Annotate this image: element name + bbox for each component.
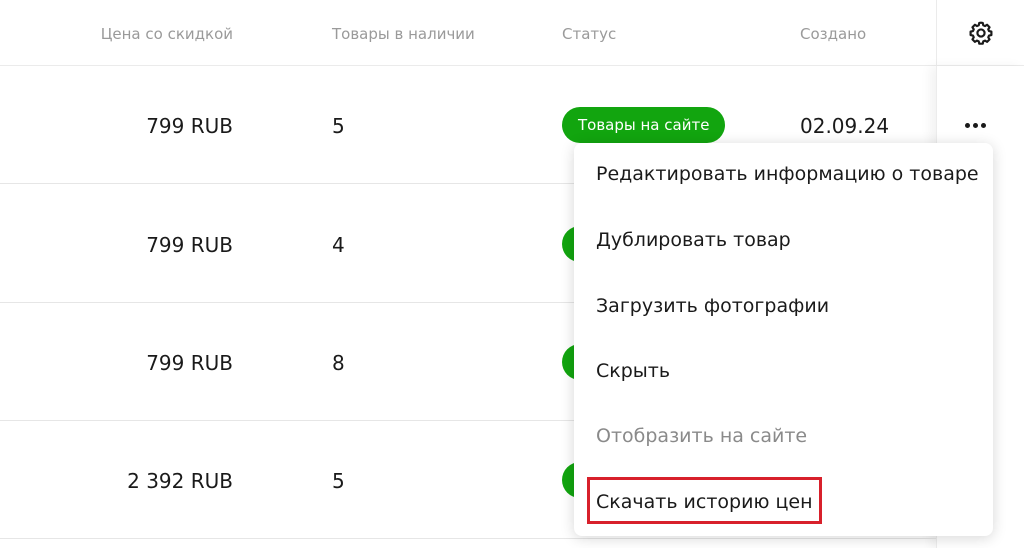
column-header-created[interactable]: Создано bbox=[800, 25, 866, 43]
price-cell: 799 RUB bbox=[146, 351, 233, 375]
stock-cell: 4 bbox=[332, 233, 345, 257]
price-cell: 2 392 RUB bbox=[127, 469, 233, 493]
menu-item-download-price-history[interactable]: Скачать историю цен bbox=[596, 491, 813, 513]
more-horizontal-icon bbox=[964, 122, 970, 128]
menu-item-edit-product-info[interactable]: Редактировать информацию о товаре bbox=[596, 163, 979, 185]
menu-item-duplicate-product[interactable]: Дублировать товар bbox=[596, 229, 791, 251]
menu-item-hide[interactable]: Скрыть bbox=[596, 360, 670, 382]
stock-cell: 5 bbox=[332, 469, 345, 493]
products-table-screen: Цена со скидкой Товары в наличии Статус … bbox=[0, 0, 1024, 548]
menu-item-upload-photos[interactable]: Загрузить фотографии bbox=[596, 295, 829, 317]
stock-cell: 8 bbox=[332, 351, 345, 375]
column-header-stock[interactable]: Товары в наличии bbox=[332, 25, 475, 43]
column-header-discount-price[interactable]: Цена со скидкой bbox=[101, 25, 233, 43]
gear-icon bbox=[969, 21, 992, 45]
menu-item-show-on-site: Отобразить на сайте bbox=[596, 425, 808, 447]
row-actions-menu: Редактировать информацию о товаре Дублир… bbox=[574, 143, 993, 536]
price-cell: 799 RUB bbox=[146, 233, 233, 257]
table-header: Цена со скидкой Товары в наличии Статус … bbox=[0, 0, 1024, 66]
stock-cell: 5 bbox=[332, 114, 345, 138]
created-date-cell: 02.09.24 bbox=[800, 114, 890, 138]
column-header-status[interactable]: Статус bbox=[562, 25, 616, 43]
table-settings-button[interactable] bbox=[936, 0, 1024, 66]
row-actions-button[interactable] bbox=[955, 108, 995, 142]
price-cell: 799 RUB bbox=[146, 114, 233, 138]
status-badge: Товары на сайте bbox=[562, 107, 726, 143]
